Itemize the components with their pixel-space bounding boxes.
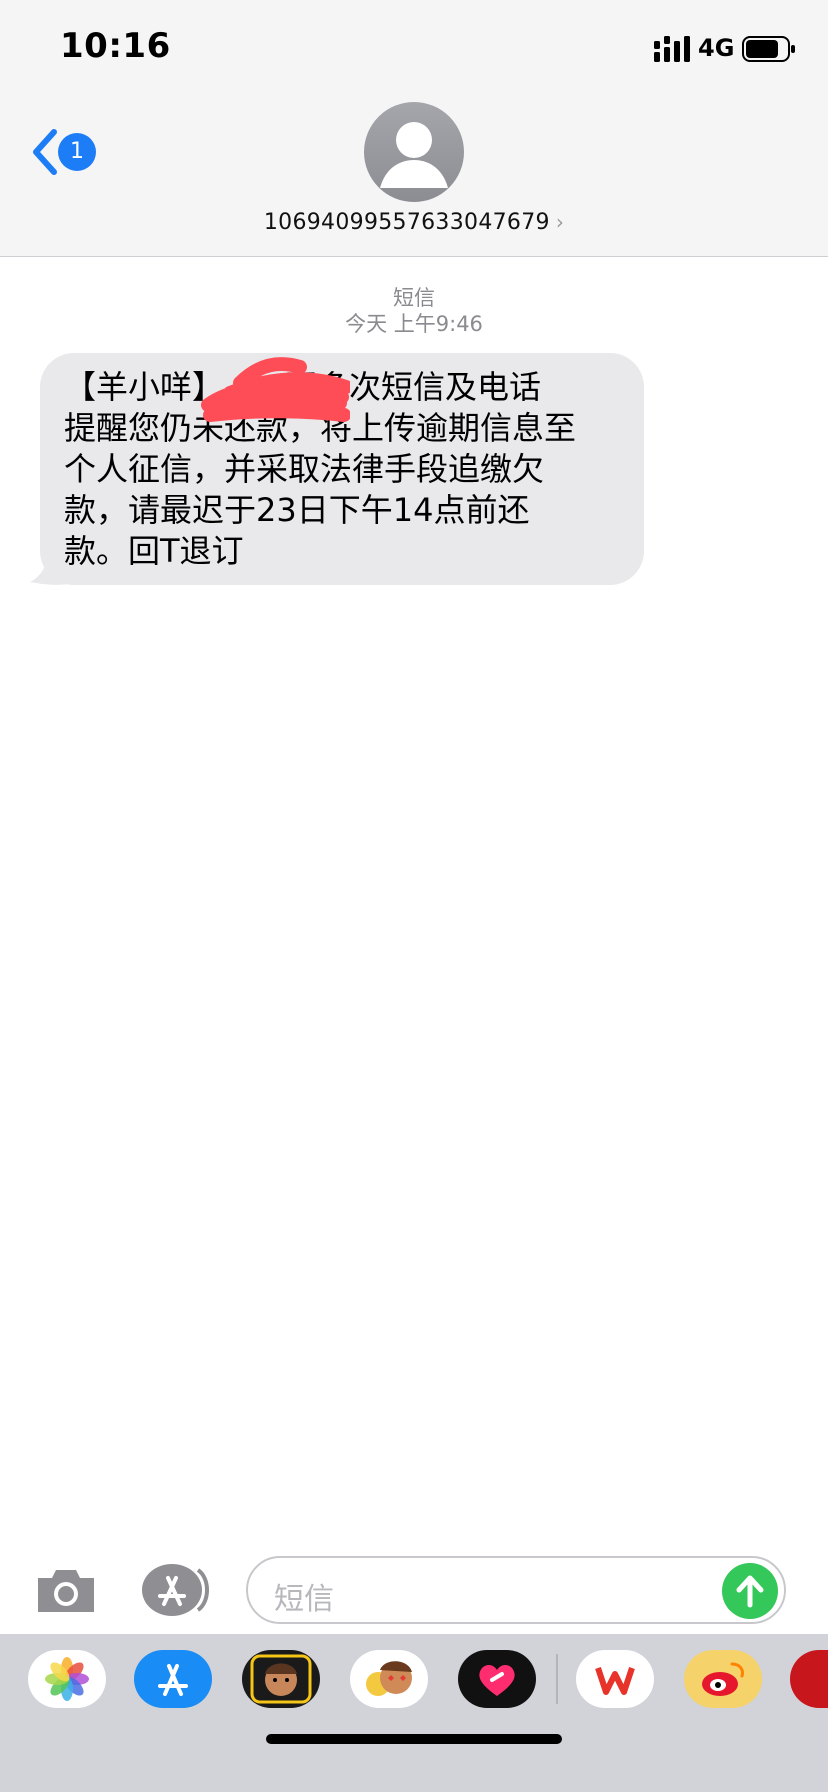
messages-screen: 10:16 4G 1 10694099557633047679 › 短信 今天 … (0, 0, 828, 1792)
battery-icon (742, 36, 795, 62)
message-input[interactable]: 短信 (246, 1556, 786, 1624)
app-wps[interactable] (576, 1650, 654, 1708)
send-arrow-icon (736, 1575, 764, 1608)
memoji-icon (250, 1654, 312, 1704)
weibo-icon (702, 1662, 744, 1696)
home-indicator (266, 1734, 562, 1744)
message-input-placeholder: 短信 (274, 1582, 334, 1617)
network-type: 4G (698, 34, 735, 62)
drawer-divider (556, 1654, 558, 1704)
wps-icon (595, 1667, 635, 1695)
app-weibo[interactable] (684, 1650, 762, 1708)
app-store-icon (142, 1564, 209, 1616)
app-memoji-camera[interactable] (242, 1650, 320, 1708)
message-text: 【羊小咩】 因多次短信及电话 提醒您仍未还款，将上传逾期信息至 个人征信，并采取… (64, 368, 577, 570)
signal-icon (654, 36, 690, 62)
camera-icon (38, 1570, 94, 1612)
person-icon (380, 122, 448, 188)
memoji-icon (366, 1661, 412, 1696)
message-bubble[interactable]: 【羊小咩】 因多次短信及电话 提醒您仍未还款，将上传逾期信息至 个人征信，并采取… (40, 353, 644, 585)
unread-badge: 1 (58, 133, 96, 171)
app-partial[interactable] (790, 1650, 828, 1708)
imessage-app-drawer (0, 1634, 828, 1792)
app-store-icon (158, 1664, 188, 1696)
contact-number: 10694099557633047679 (263, 210, 550, 235)
conversation-header: 10:16 4G 1 10694099557633047679 › (0, 0, 828, 257)
send-button[interactable] (722, 1563, 778, 1619)
status-time: 10:16 (60, 26, 171, 66)
camera-button[interactable] (34, 1566, 98, 1616)
heart-icon (479, 1664, 515, 1696)
back-chevron-icon (33, 129, 57, 175)
app-photos[interactable] (28, 1650, 106, 1708)
app-memoji-stickers[interactable] (350, 1650, 428, 1708)
app-store-button[interactable] (140, 1562, 212, 1618)
chevron-right-icon: › (555, 210, 565, 234)
message-timestamp: 今天 上午9:46 (345, 312, 483, 336)
photos-icon (45, 1657, 89, 1701)
contact-avatar[interactable] (364, 102, 464, 202)
app-digital-touch[interactable] (458, 1650, 536, 1708)
app-app-store[interactable] (134, 1650, 212, 1708)
contact-title[interactable]: 10694099557633047679 › (0, 210, 828, 235)
